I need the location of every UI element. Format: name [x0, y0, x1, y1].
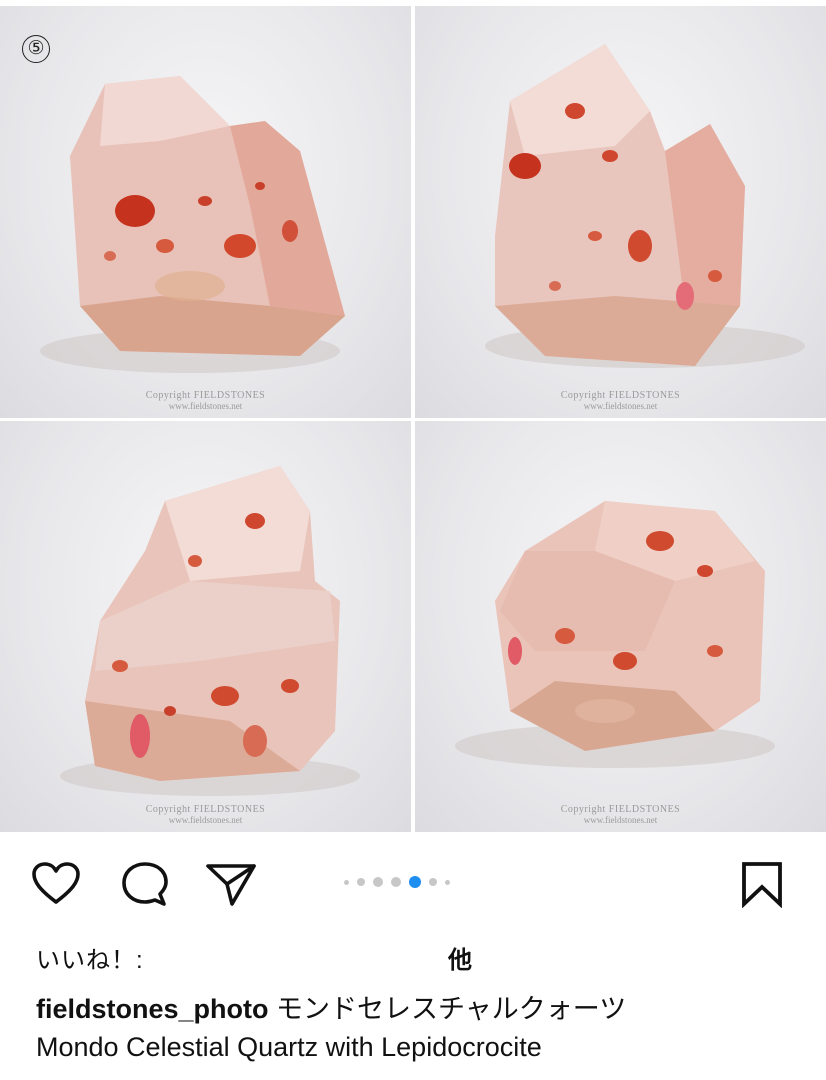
username-link[interactable]: fieldstones_photo — [36, 994, 269, 1024]
crystal-image-3 — [60, 466, 360, 796]
copyright-watermark: Copyright FIELDSTONES www.fieldstones.ne… — [0, 804, 411, 826]
copyright-line: Copyright FIELDSTONES — [560, 804, 681, 815]
caption-title-en: Mondo Celestial Quartz with Lepidocrocit… — [36, 1032, 542, 1062]
likes-label: いいね！: — [36, 947, 144, 974]
carousel-dot — [429, 878, 437, 886]
website-line: www.fieldstones.net — [168, 815, 243, 825]
photo-carousel-slide[interactable]: Copyright FIELDSTONES www.fieldstones.ne… — [0, 0, 826, 832]
carousel-dot — [357, 878, 365, 886]
website-line: www.fieldstones.net — [583, 401, 658, 411]
carousel-dot — [373, 877, 383, 887]
post-action-bar — [0, 850, 826, 914]
copyright-watermark: Copyright FIELDSTONES www.fieldstones.ne… — [415, 390, 826, 412]
carousel-dot — [391, 877, 401, 887]
copyright-watermark: Copyright FIELDSTONES www.fieldstones.ne… — [0, 390, 411, 412]
carousel-dot — [344, 879, 349, 885]
carousel-dot-active — [409, 876, 421, 888]
share-icon[interactable] — [204, 860, 256, 908]
bookmark-icon[interactable] — [738, 860, 786, 909]
crystal-image-1 — [40, 76, 345, 373]
crystal-photo-2: Copyright FIELDSTONES www.fieldstones.ne… — [415, 6, 826, 418]
comment-icon[interactable] — [118, 860, 170, 908]
likes-row: いいね！: 他 — [36, 940, 796, 974]
website-line: www.fieldstones.net — [168, 401, 243, 411]
copyright-line: Copyright FIELDSTONES — [145, 804, 266, 815]
caption-line-1: fieldstones_photo モンドセレスチャルクォーツ — [36, 990, 816, 1028]
image-index-badge: ⑤ — [22, 35, 50, 63]
crystal-image-2 — [485, 44, 805, 368]
crystal-photo-3: Copyright FIELDSTONES www.fieldstones.ne… — [0, 421, 411, 832]
heart-icon[interactable] — [30, 860, 82, 908]
carousel-indicator — [340, 872, 454, 892]
crystal-photo-4: Copyright FIELDSTONES www.fieldstones.ne… — [415, 421, 826, 832]
crystal-image-4 — [455, 501, 775, 768]
likes-others-link[interactable]: 他 — [448, 940, 472, 975]
caption-title-jp: モンドセレスチャルクォーツ — [276, 994, 627, 1024]
copyright-line: Copyright FIELDSTONES — [560, 390, 681, 401]
website-line: www.fieldstones.net — [583, 815, 658, 825]
crystal-photo-1: Copyright FIELDSTONES www.fieldstones.ne… — [0, 6, 411, 418]
copyright-watermark: Copyright FIELDSTONES www.fieldstones.ne… — [415, 804, 826, 826]
post-caption: fieldstones_photo モンドセレスチャルクォーツ Mondo Ce… — [36, 990, 816, 1066]
carousel-dot — [445, 879, 450, 885]
copyright-line: Copyright FIELDSTONES — [145, 390, 266, 401]
